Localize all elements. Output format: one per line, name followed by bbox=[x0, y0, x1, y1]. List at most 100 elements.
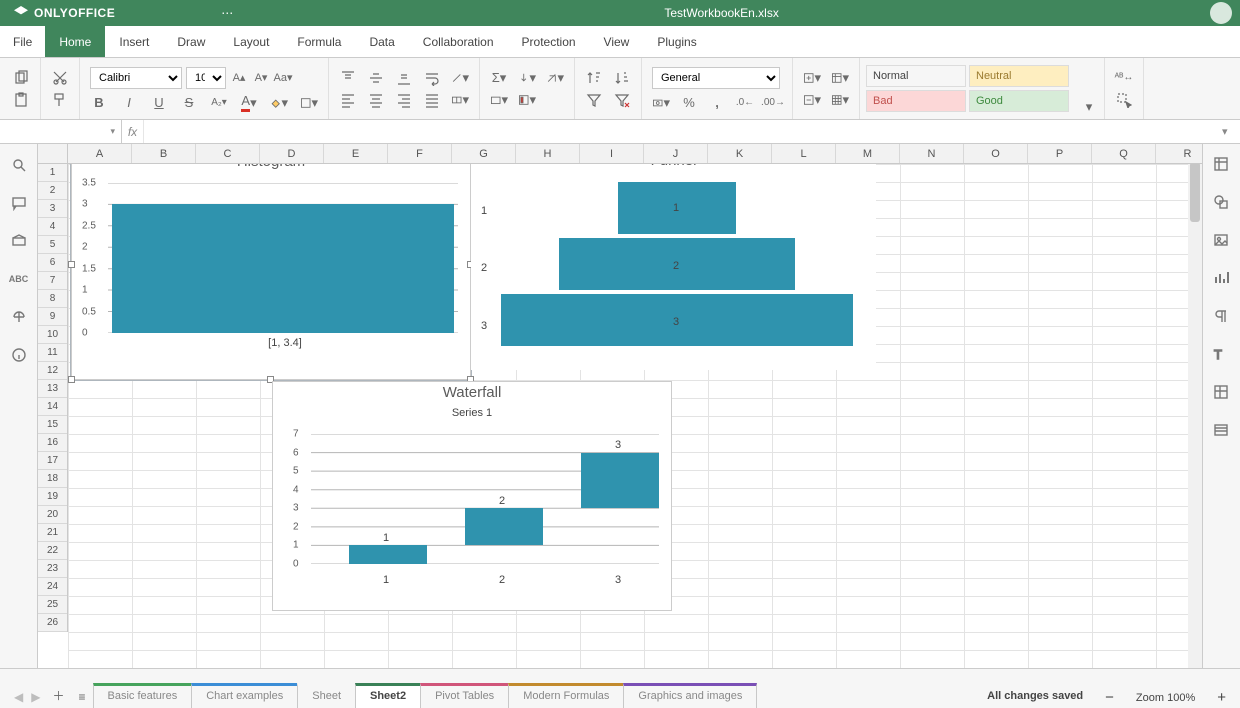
sheet-list-icon[interactable]: ≡ bbox=[70, 690, 93, 708]
align-left-icon[interactable] bbox=[339, 92, 357, 108]
paste-icon[interactable] bbox=[12, 92, 30, 108]
row-9[interactable]: 9 bbox=[38, 308, 67, 326]
dec-less-icon[interactable]: .0← bbox=[736, 95, 754, 111]
col-O[interactable]: O bbox=[964, 144, 1028, 163]
row-6[interactable]: 6 bbox=[38, 254, 67, 272]
sheet-tab[interactable]: Pivot Tables bbox=[420, 683, 509, 708]
row-23[interactable]: 23 bbox=[38, 560, 67, 578]
align-top-icon[interactable] bbox=[339, 70, 357, 86]
filter-clear-icon[interactable] bbox=[613, 92, 631, 108]
menu-home[interactable]: Home bbox=[45, 26, 105, 57]
sheet-tab[interactable]: Chart examples bbox=[191, 683, 298, 708]
row-8[interactable]: 8 bbox=[38, 290, 67, 308]
sheet-tab[interactable]: Sheet2 bbox=[355, 683, 421, 708]
row-13[interactable]: 13 bbox=[38, 380, 67, 398]
wrap-icon[interactable] bbox=[423, 70, 441, 86]
menu-plugins[interactable]: Plugins bbox=[643, 26, 710, 57]
style-normal[interactable]: Normal bbox=[866, 65, 966, 87]
font-size[interactable]: 10 bbox=[186, 67, 226, 89]
replace-icon[interactable]: ᴬᴮ↔ bbox=[1115, 70, 1133, 86]
row-5[interactable]: 5 bbox=[38, 236, 67, 254]
justify-icon[interactable] bbox=[423, 92, 441, 108]
sum-icon[interactable]: Σ▾ bbox=[490, 70, 508, 86]
zoom-label[interactable]: Zoom 100% bbox=[1136, 692, 1195, 704]
row-26[interactable]: 26 bbox=[38, 614, 67, 632]
column-headers[interactable]: ABCDEFGHIJKLMNOPQR bbox=[38, 144, 1202, 164]
bold-icon[interactable]: B bbox=[90, 95, 108, 111]
spreadsheet[interactable]: ABCDEFGHIJKLMNOPQR 123456789101112131415… bbox=[38, 144, 1202, 668]
vertical-scrollbar[interactable] bbox=[1188, 144, 1202, 668]
format-cells-icon[interactable]: ▾ bbox=[831, 92, 849, 108]
format-painter-icon[interactable] bbox=[51, 92, 69, 108]
menu-view[interactable]: View bbox=[590, 26, 644, 57]
menu-draw[interactable]: Draw bbox=[163, 26, 219, 57]
sheet-tab[interactable]: Modern Formulas bbox=[508, 683, 624, 708]
menu-insert[interactable]: Insert bbox=[105, 26, 163, 57]
menu-formula[interactable]: Formula bbox=[283, 26, 355, 57]
borders-icon[interactable]: ▾ bbox=[300, 95, 318, 111]
col-E[interactable]: E bbox=[324, 144, 388, 163]
tab-prev-icon[interactable]: ◀ bbox=[14, 690, 23, 704]
row-3[interactable]: 3 bbox=[38, 200, 67, 218]
italic-icon[interactable]: I bbox=[120, 95, 138, 111]
col-F[interactable]: F bbox=[388, 144, 452, 163]
slicer-icon[interactable] bbox=[1213, 422, 1231, 440]
number-format[interactable]: General bbox=[652, 67, 780, 89]
row-10[interactable]: 10 bbox=[38, 326, 67, 344]
find-icon[interactable] bbox=[10, 156, 28, 174]
font-name[interactable]: Calibri bbox=[90, 67, 182, 89]
row-14[interactable]: 14 bbox=[38, 398, 67, 416]
grow-font-icon[interactable]: A▴ bbox=[230, 70, 248, 86]
align-mid-icon[interactable] bbox=[367, 70, 385, 86]
pivot-icon[interactable] bbox=[1213, 384, 1231, 402]
col-K[interactable]: K bbox=[708, 144, 772, 163]
chart-funnel[interactable]: Funnel 1 2 3 1 2 3 bbox=[471, 150, 876, 370]
change-case-icon[interactable]: Aa▾ bbox=[274, 70, 292, 86]
chart-waterfall[interactable]: Waterfall Series 1 7 6 5 4 3 2 1 0 bbox=[272, 381, 672, 611]
col-N[interactable]: N bbox=[900, 144, 964, 163]
col-B[interactable]: B bbox=[132, 144, 196, 163]
menu-file[interactable]: File bbox=[0, 26, 45, 57]
row-22[interactable]: 22 bbox=[38, 542, 67, 560]
col-D[interactable]: D bbox=[260, 144, 324, 163]
comments-icon[interactable] bbox=[10, 194, 28, 212]
row-15[interactable]: 15 bbox=[38, 416, 67, 434]
row-7[interactable]: 7 bbox=[38, 272, 67, 290]
dec-more-icon[interactable]: .00→ bbox=[764, 95, 782, 111]
insert-cells-icon[interactable]: ▾ bbox=[803, 70, 821, 86]
row-12[interactable]: 12 bbox=[38, 362, 67, 380]
spellcheck-icon[interactable]: ABC bbox=[10, 270, 28, 288]
menu-protection[interactable]: Protection bbox=[508, 26, 590, 57]
row-25[interactable]: 25 bbox=[38, 596, 67, 614]
col-P[interactable]: P bbox=[1028, 144, 1092, 163]
row-4[interactable]: 4 bbox=[38, 218, 67, 236]
more-icon[interactable]: ⋯ bbox=[221, 6, 233, 20]
textart-icon[interactable]: T bbox=[1213, 346, 1231, 364]
chat-icon[interactable] bbox=[10, 232, 28, 250]
row-20[interactable]: 20 bbox=[38, 506, 67, 524]
conditional-icon[interactable]: ▾ bbox=[518, 92, 536, 108]
col-C[interactable]: C bbox=[196, 144, 260, 163]
scroll-thumb[interactable] bbox=[1190, 162, 1200, 222]
row-11[interactable]: 11 bbox=[38, 344, 67, 362]
shape-settings-icon[interactable] bbox=[1213, 194, 1231, 212]
col-A[interactable]: A bbox=[68, 144, 132, 163]
comma-icon[interactable]: , bbox=[708, 95, 726, 111]
clear-icon[interactable]: ▾ bbox=[546, 70, 564, 86]
row-2[interactable]: 2 bbox=[38, 182, 67, 200]
user-avatar[interactable] bbox=[1210, 2, 1232, 24]
font-color-icon[interactable]: A▾ bbox=[240, 95, 258, 111]
menu-layout[interactable]: Layout bbox=[219, 26, 283, 57]
col-M[interactable]: M bbox=[836, 144, 900, 163]
col-Q[interactable]: Q bbox=[1092, 144, 1156, 163]
fx-icon[interactable]: fx bbox=[122, 120, 144, 143]
feedback-icon[interactable] bbox=[10, 308, 28, 326]
percent-icon[interactable]: % bbox=[680, 95, 698, 111]
image-settings-icon[interactable] bbox=[1213, 232, 1231, 250]
col-J[interactable]: J bbox=[644, 144, 708, 163]
menu-collaboration[interactable]: Collaboration bbox=[409, 26, 508, 57]
sort-desc-icon[interactable] bbox=[613, 70, 631, 86]
merge-icon[interactable]: ▾ bbox=[451, 92, 469, 108]
cut-icon[interactable] bbox=[51, 70, 69, 86]
menu-data[interactable]: Data bbox=[355, 26, 408, 57]
